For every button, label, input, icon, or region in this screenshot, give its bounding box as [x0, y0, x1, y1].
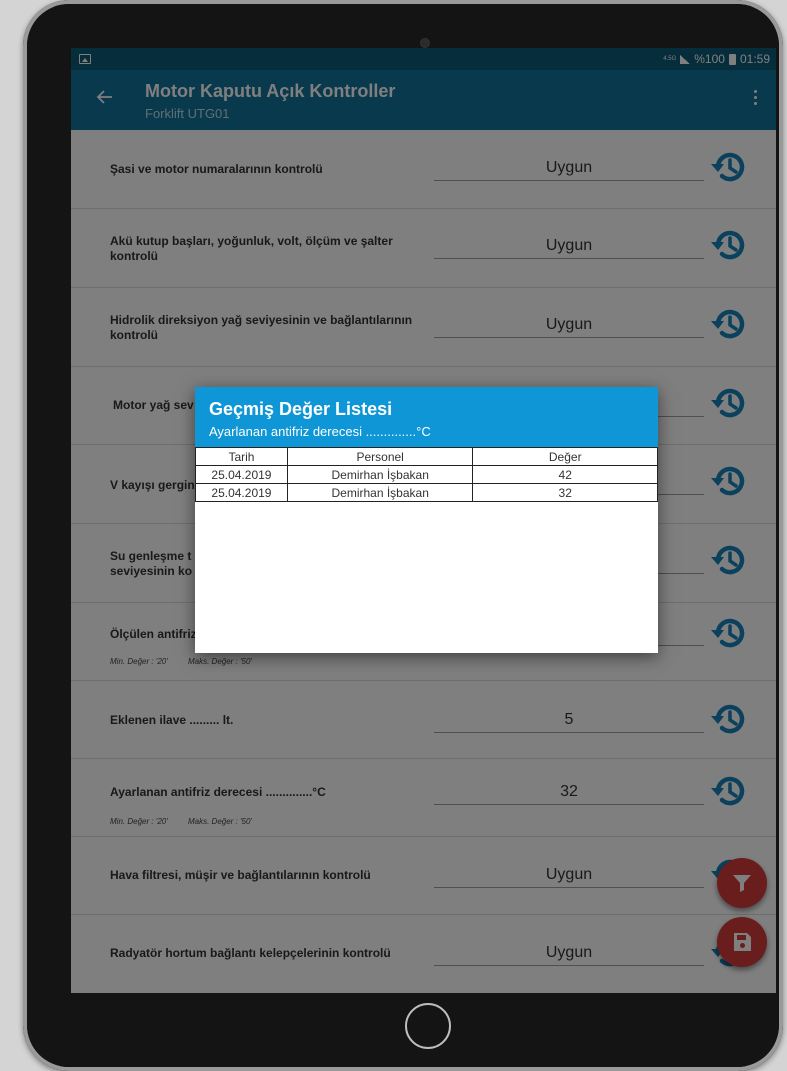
cell-value: 32	[472, 483, 658, 502]
cell-date: 25.04.2019	[195, 483, 288, 502]
dialog-header: Geçmiş Değer Listesi Ayarlanan antifriz …	[195, 387, 658, 447]
column-header-date: Tarih	[195, 447, 288, 466]
history-dialog: Geçmiş Değer Listesi Ayarlanan antifriz …	[195, 387, 658, 653]
cell-value: 42	[472, 465, 658, 484]
front-camera	[420, 38, 430, 48]
table-header-row: Tarih Personel Değer	[195, 447, 658, 466]
tablet-frame: 4.5G %100 01:59 Motor Kaputu Açık Kontro…	[23, 0, 783, 1071]
home-button[interactable]	[405, 1003, 451, 1049]
cell-date: 25.04.2019	[195, 465, 288, 484]
column-header-value: Değer	[472, 447, 658, 466]
cell-personnel: Demirhan İşbakan	[286, 483, 474, 502]
screen: 4.5G %100 01:59 Motor Kaputu Açık Kontro…	[71, 48, 776, 993]
dialog-subtitle: Ayarlanan antifriz derecesi ............…	[209, 424, 431, 439]
column-header-personnel: Personel	[286, 447, 474, 466]
history-table: Tarih Personel Değer 25.04.2019 Demirhan…	[195, 447, 658, 502]
table-row: 25.04.2019 Demirhan İşbakan 32	[195, 483, 658, 502]
dialog-title: Geçmiş Değer Listesi	[209, 399, 393, 419]
table-row: 25.04.2019 Demirhan İşbakan 42	[195, 465, 658, 484]
cell-personnel: Demirhan İşbakan	[286, 465, 474, 484]
